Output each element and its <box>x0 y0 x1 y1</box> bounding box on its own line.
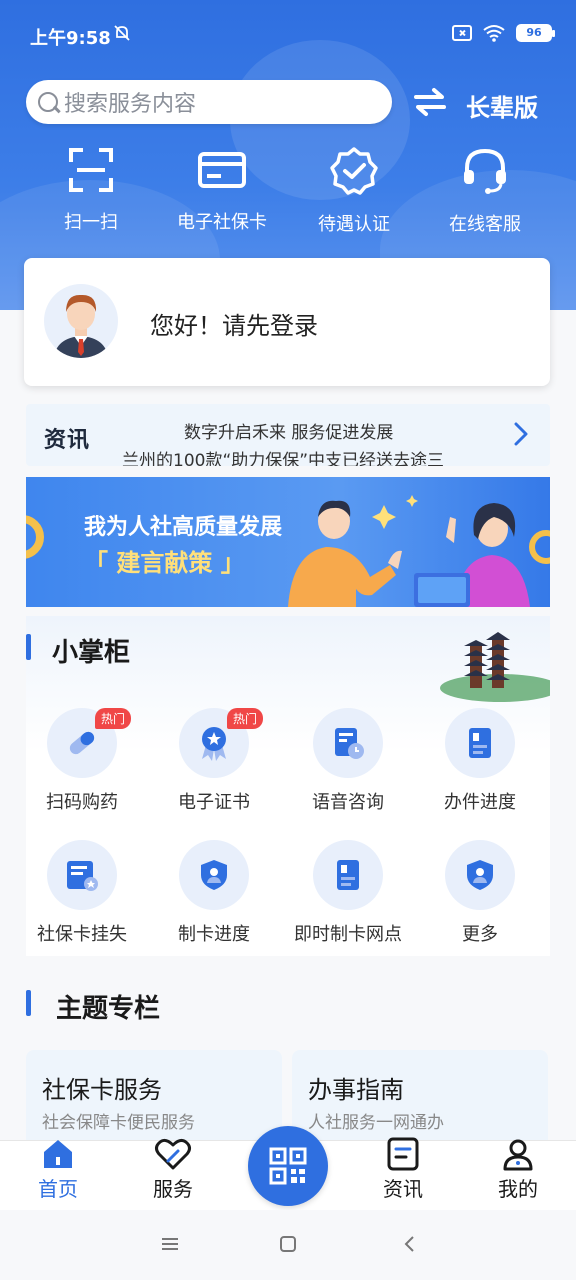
search-placeholder: 搜索服务内容 <box>64 92 197 117</box>
section-title: 小掌柜 <box>52 638 131 668</box>
service-more[interactable]: 更多 <box>420 840 540 946</box>
news-headline[interactable]: 数字升启禾来 服务促进发展 <box>184 418 393 443</box>
back-icon[interactable] <box>400 1234 420 1254</box>
wifi-icon <box>483 25 505 42</box>
headset-icon <box>464 148 506 194</box>
card-icon <box>198 152 246 188</box>
hot-badge: 热门 <box>94 708 131 729</box>
qr-scan-button[interactable] <box>248 1126 328 1206</box>
news-headline[interactable]: 兰州的100款“助力保保”中支已经送去途三 <box>122 446 444 466</box>
pagoda-decoration <box>440 632 550 702</box>
quick-verify[interactable]: 待遇认证 <box>294 146 414 236</box>
service-e-certificate[interactable]: 热门 电子证书 <box>154 708 274 814</box>
status-right: 96 <box>452 24 555 42</box>
search-icon <box>34 88 62 116</box>
tab-services[interactable]: 服务 <box>133 1138 213 1202</box>
heart-service-icon <box>155 1138 191 1170</box>
no-sim-icon <box>452 25 472 41</box>
status-bar: 上午9:58 96 <box>0 0 576 70</box>
document-clock-icon <box>313 708 383 778</box>
login-card[interactable]: 您好！请先登录 <box>24 258 550 386</box>
shield-user-icon <box>179 840 249 910</box>
services-section: 小掌柜 热门 扫码购药 热门 电子证书 语音咨询 办件进度 社保卡挂失 制卡进度… <box>26 616 550 956</box>
home-icon <box>44 1140 72 1168</box>
service-scan-medicine[interactable]: 热门 扫码购药 <box>22 708 142 814</box>
menu-icon[interactable] <box>160 1234 180 1254</box>
quick-actions: 扫一扫 电子社保卡 待遇认证 在线客服 <box>0 146 576 246</box>
certificate-icon: 热门 <box>179 708 263 778</box>
section-marker <box>26 990 31 1016</box>
status-time: 上午9:58 <box>30 28 111 49</box>
elder-mode-button[interactable]: 长辈版 <box>466 88 538 123</box>
section-title: 主题专栏 <box>56 994 161 1024</box>
tab-news[interactable]: 资讯 <box>363 1137 443 1202</box>
login-prompt[interactable]: 您好！请先登录 <box>150 306 318 341</box>
service-card-progress[interactable]: 制卡进度 <box>154 840 274 946</box>
service-voice-consult[interactable]: 语音咨询 <box>288 708 408 814</box>
tab-mine[interactable]: 我的 <box>478 1139 558 1202</box>
quick-scan[interactable]: 扫一扫 <box>31 146 151 234</box>
service-card-report-loss[interactable]: 社保卡挂失 <box>22 840 142 946</box>
battery-icon: 96 <box>516 24 555 42</box>
scan-icon <box>69 148 113 192</box>
mute-bell-icon <box>114 25 130 41</box>
search-input[interactable]: 搜索服务内容 <box>26 80 392 124</box>
hot-badge: 热门 <box>226 708 263 729</box>
system-nav-bar <box>0 1210 576 1280</box>
service-card-outlets[interactable]: 即时制卡网点 <box>288 840 408 946</box>
pill-icon: 热门 <box>47 708 131 778</box>
section-marker <box>26 634 31 660</box>
avatar <box>44 284 118 358</box>
promo-banner[interactable]: 我为人社高质量发展 「 建言献策 」 <box>26 477 550 607</box>
card-report-icon <box>47 840 117 910</box>
swap-icon[interactable] <box>412 86 448 118</box>
theme-card-guide[interactable]: 办事指南 人社服务一网通办 <box>292 1050 548 1150</box>
banner-title: 我为人社高质量发展 <box>84 515 283 540</box>
banner-illustration <box>26 495 550 607</box>
id-doc-icon <box>313 840 383 910</box>
service-progress[interactable]: 办件进度 <box>420 708 540 814</box>
user-icon <box>503 1139 533 1171</box>
news-tag: 资讯 <box>44 428 91 453</box>
chevron-right-icon[interactable] <box>514 422 528 446</box>
shield-more-icon <box>445 840 515 910</box>
home-square-icon[interactable] <box>278 1234 298 1254</box>
qr-code-icon <box>269 1147 307 1185</box>
news-icon <box>387 1137 419 1171</box>
news-ticker[interactable]: 资讯 数字升启禾来 服务促进发展 兰州的100款“助力保保”中支已经送去途三 <box>26 404 550 466</box>
verify-badge-icon <box>330 147 378 195</box>
tab-home[interactable]: 首页 <box>18 1140 98 1202</box>
quick-service[interactable]: 在线客服 <box>425 146 545 236</box>
quick-ecard[interactable]: 电子社保卡 <box>162 146 282 234</box>
banner-subtitle: 「 建言献策 」 <box>84 549 245 577</box>
theme-card-social-card[interactable]: 社保卡服务 社会保障卡便民服务 <box>26 1050 282 1150</box>
progress-doc-icon <box>445 708 515 778</box>
